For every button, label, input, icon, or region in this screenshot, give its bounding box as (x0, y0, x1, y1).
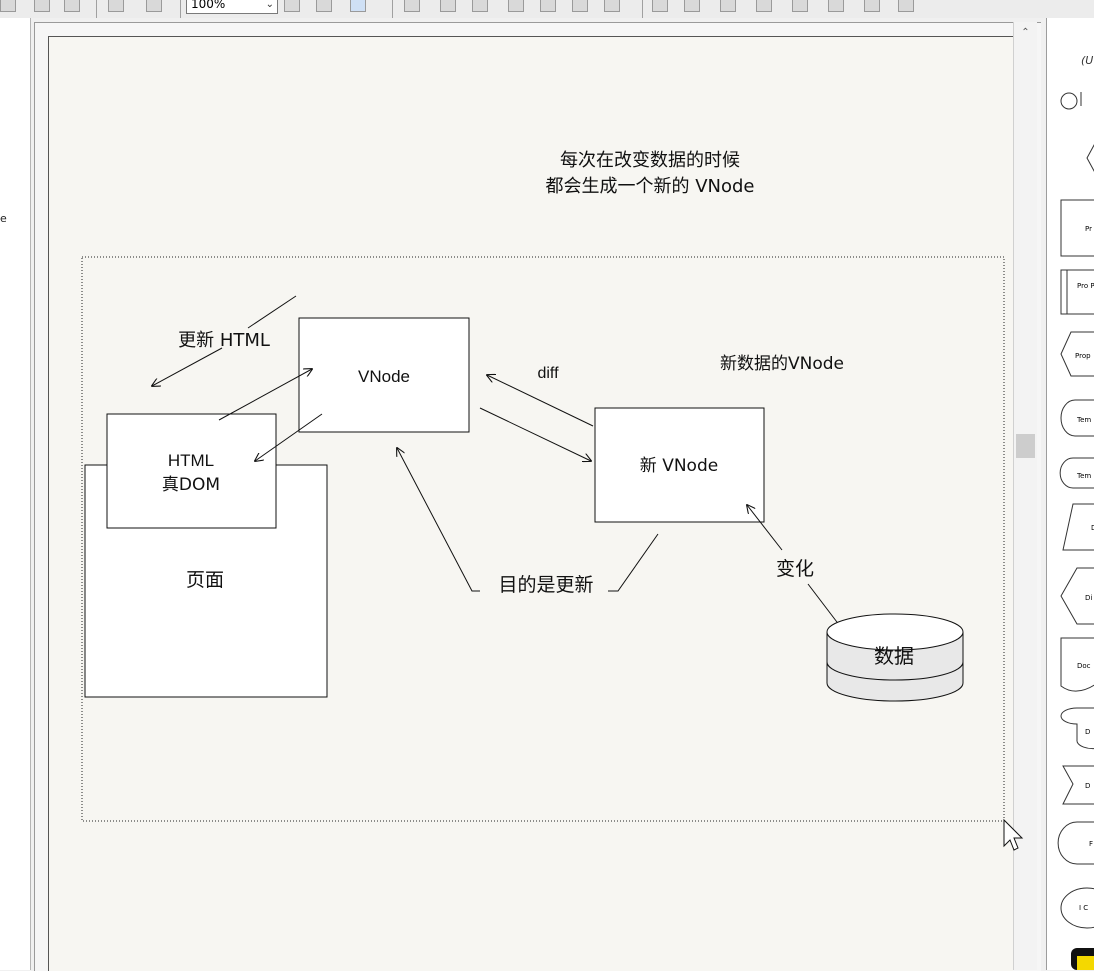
real-dom-label: 真DOM (162, 475, 220, 495)
purpose-left-arrow (397, 448, 480, 592)
update-html-label: 更新 HTML (178, 330, 270, 351)
note-line-1: 每次在改变数据的时候 (560, 150, 740, 171)
diff-arrow-back (487, 375, 594, 427)
purpose-label: 目的是更新 (498, 574, 593, 596)
note-line-2: 都会生成一个新的 VNode (545, 176, 754, 197)
new-vnode-caption: 新数据的VNode (720, 354, 844, 374)
html-dom-box[interactable] (106, 413, 277, 529)
page-label: 页面 (186, 569, 224, 591)
change-label: 变化 (776, 558, 814, 580)
purpose-right-line (608, 533, 659, 592)
html-label: HTML (168, 451, 214, 470)
vnode-label: VNode (358, 367, 410, 386)
diff-label: diff (537, 365, 559, 382)
data-label: 数据 (874, 644, 914, 668)
diagram: 每次在改变数据的时候 都会生成一个新的 VNode 页面 HTML 真DOM V… (81, 150, 1024, 851)
mouse-cursor-icon (1003, 818, 1024, 851)
new-vnode-label: 新 VNode (640, 456, 718, 476)
diff-arrow-forward (479, 407, 591, 461)
dom-to-vnode-arrow (218, 369, 312, 421)
update-html-leader-line (247, 295, 297, 329)
update-html-arrow (152, 347, 223, 386)
